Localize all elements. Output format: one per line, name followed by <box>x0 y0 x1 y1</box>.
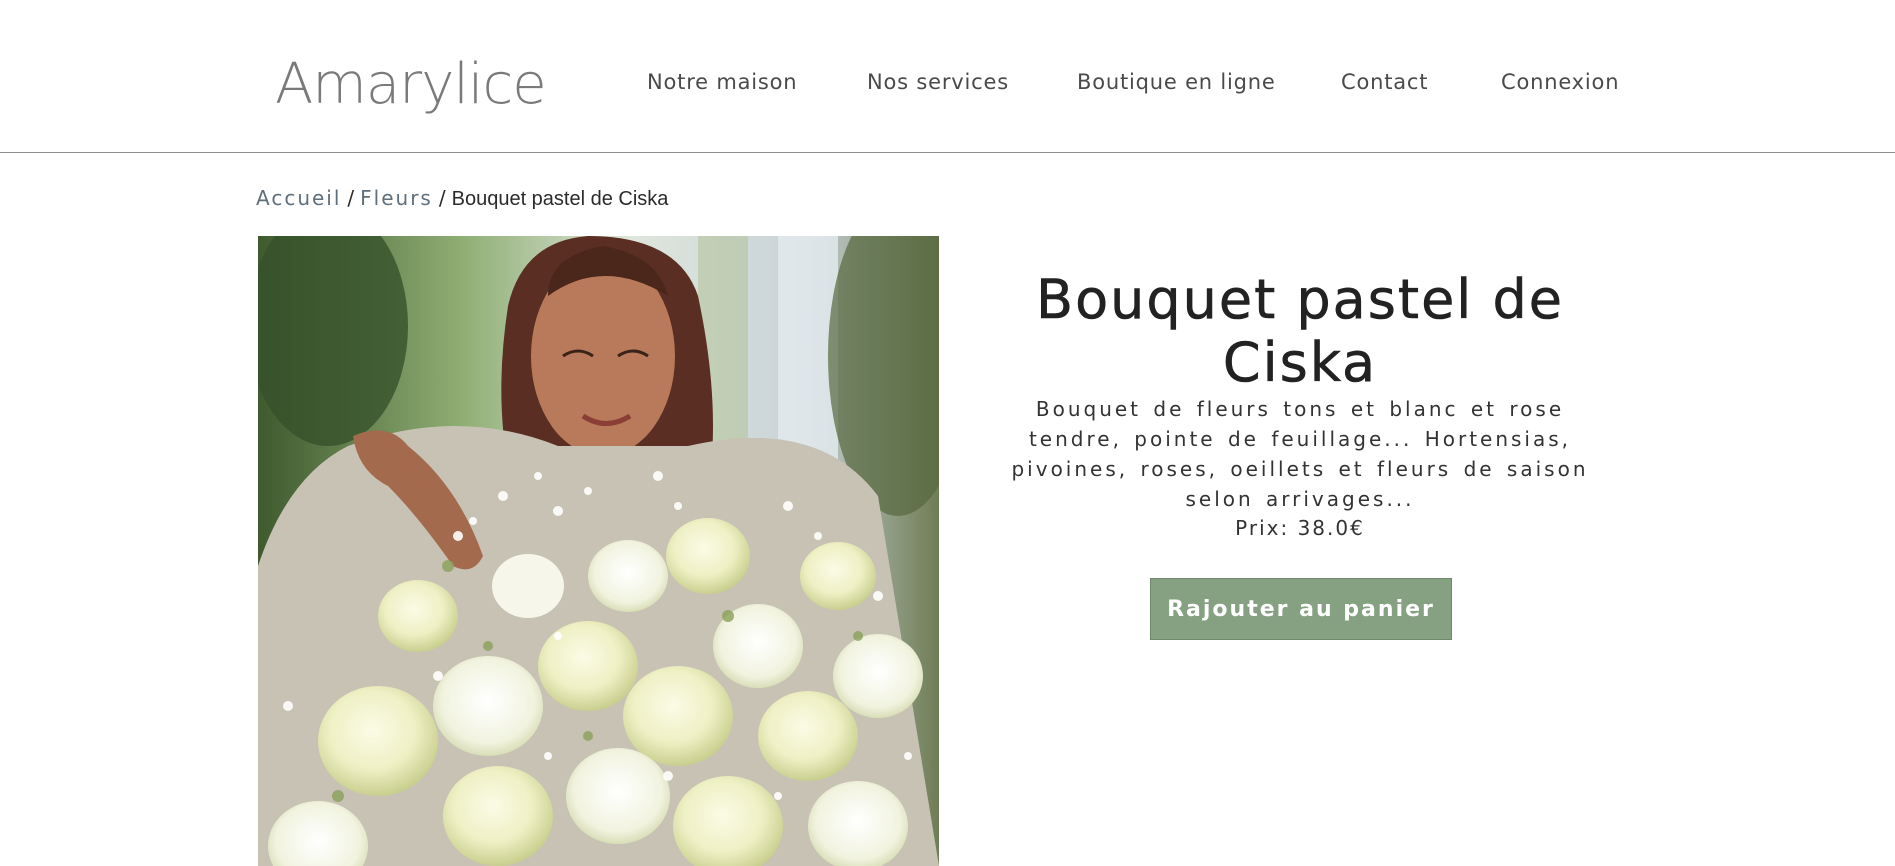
nav-contact[interactable]: Contact <box>1341 70 1428 94</box>
nav-connexion[interactable]: Connexion <box>1501 70 1619 94</box>
breadcrumb-separator: / <box>347 186 355 210</box>
add-to-cart-button[interactable]: Rajouter au panier <box>1150 578 1452 640</box>
breadcrumb: Accueil / Fleurs / Bouquet pastel de Ciska <box>256 186 668 211</box>
breadcrumb-home-link[interactable]: Accueil <box>256 186 341 210</box>
site-header: Amarylice Notre maison Nos services Bout… <box>0 0 1895 153</box>
product-title: Bouquet pastel de Ciska <box>1036 268 1564 395</box>
breadcrumb-separator: / <box>438 186 446 210</box>
nav-nos-services[interactable]: Nos services <box>867 70 1009 94</box>
breadcrumb-current: Bouquet pastel de Ciska <box>451 188 669 210</box>
product-price: Prix: 38.0€ <box>1235 516 1365 540</box>
nav-notre-maison[interactable]: Notre maison <box>647 70 797 94</box>
nav-boutique-en-ligne[interactable]: Boutique en ligne <box>1077 70 1276 94</box>
main-nav: Notre maison Nos services Boutique en li… <box>0 70 1895 100</box>
product-description: Bouquet de fleurs tons et blanc et rose … <box>1011 397 1589 511</box>
breadcrumb-category-link[interactable]: Fleurs <box>360 186 433 210</box>
product-image <box>258 236 939 866</box>
